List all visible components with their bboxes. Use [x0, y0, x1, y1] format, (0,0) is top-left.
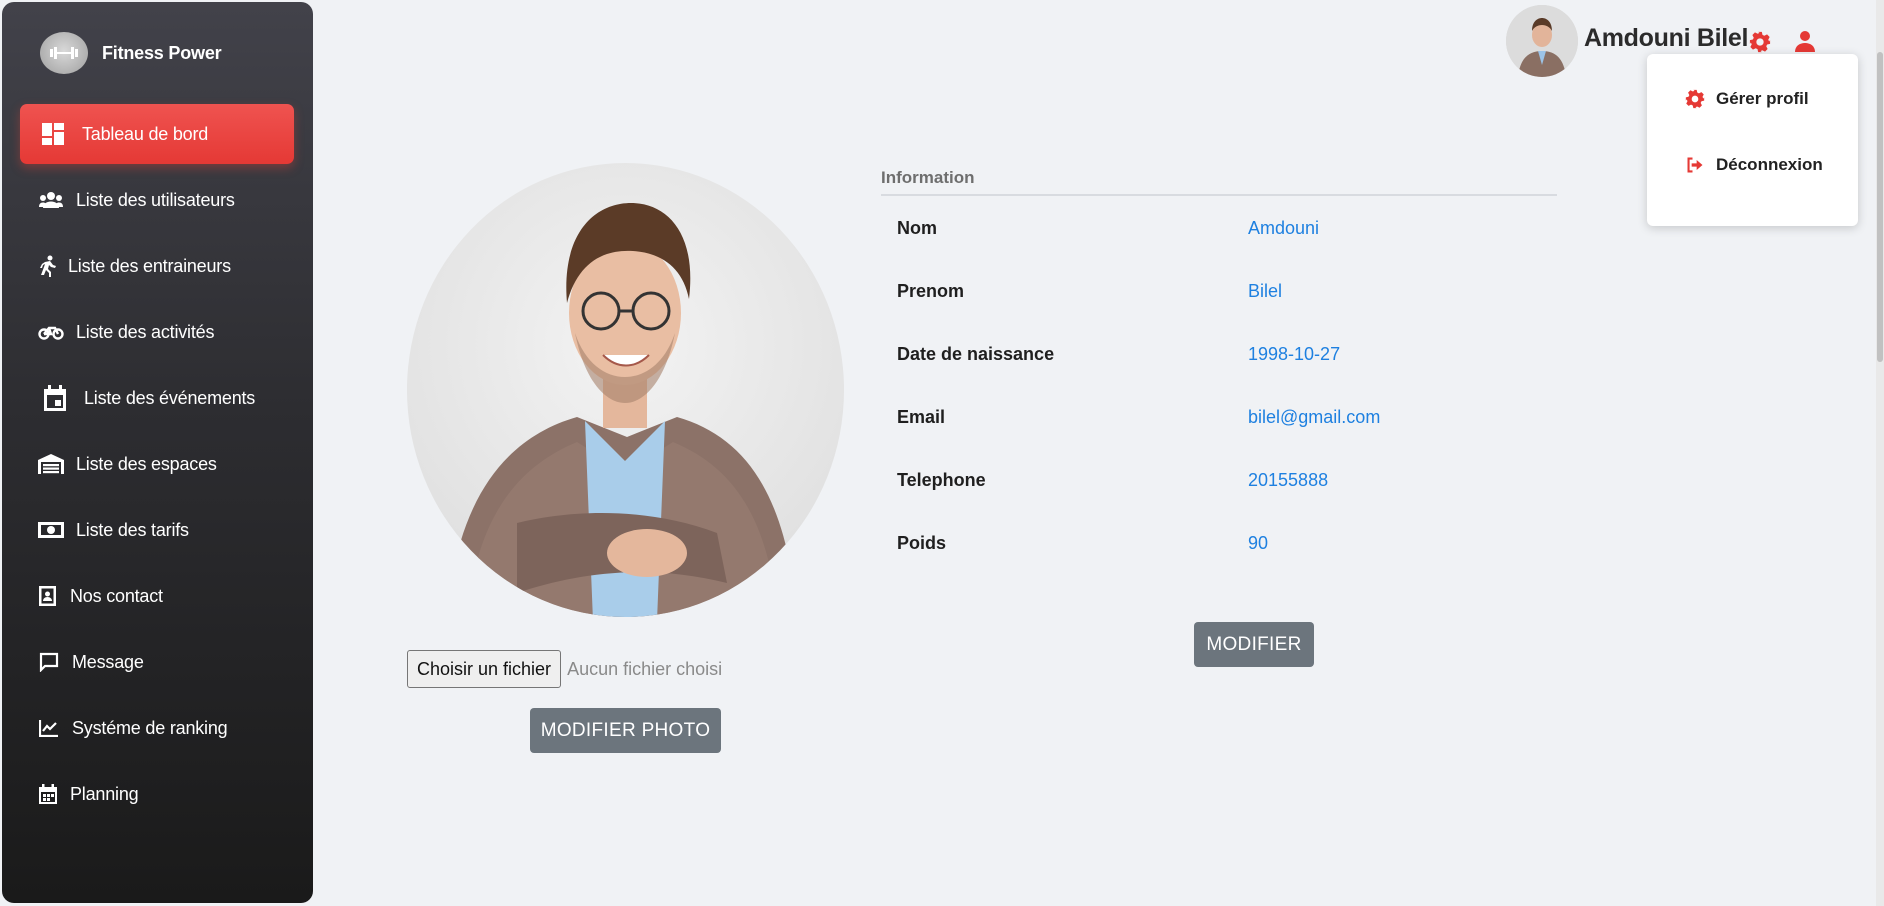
sidebar-item-message[interactable]: Message: [2, 632, 313, 692]
sidebar-item-label: Tableau de bord: [82, 123, 209, 144]
users-icon: [38, 187, 64, 213]
info-value: Bilel: [1248, 281, 1283, 301]
choose-file-button[interactable]: Choisir un fichier: [407, 650, 562, 688]
gear-icon[interactable]: [1749, 31, 1771, 53]
sidebar-item-label: Nos contact: [70, 585, 163, 606]
dumbbell-icon: [40, 32, 88, 74]
file-picker: Choisir un fichier Aucun fichier choisi: [407, 650, 722, 688]
calendar-icon: [38, 781, 58, 807]
sidebar-item-label: Liste des entraineurs: [68, 255, 231, 276]
running-icon: [38, 253, 58, 279]
info-row-poids: Poids 90: [881, 511, 1557, 574]
info-label: Nom: [897, 218, 937, 238]
menu-item-label: Gérer profil: [1716, 89, 1809, 108]
sidebar-item-label: Planning: [70, 783, 139, 804]
info-label: Poids: [897, 533, 947, 553]
info-label: Date de naissance: [897, 344, 1055, 364]
avatar[interactable]: [1506, 5, 1578, 77]
sidebar-item-label: Liste des utilisateurs: [76, 189, 235, 210]
info-row-date-naissance: Date de naissance 1998-10-27: [881, 322, 1557, 385]
money-bill-icon: [38, 517, 64, 543]
sidebar-item-label: Message: [72, 651, 144, 672]
user-name: Amdouni Bilel: [1584, 24, 1749, 52]
sidebar-item-espaces[interactable]: Liste des espaces: [2, 434, 313, 494]
sidebar-item-tableau-de-bord[interactable]: Tableau de bord: [20, 104, 294, 164]
sidebar-item-label: Liste des tarifs: [76, 519, 189, 540]
brand[interactable]: Fitness Power: [40, 32, 222, 74]
calendar-event-icon: [42, 385, 68, 411]
info-row-prenom: Prenom Bilel: [881, 259, 1557, 322]
sign-out-icon: [1687, 157, 1703, 173]
info-value: Amdouni: [1248, 218, 1320, 238]
info-row-email: Email bilel@gmail.com: [881, 385, 1557, 448]
profile-photo: [407, 163, 844, 617]
sidebar-item-entraineurs[interactable]: Liste des entraineurs: [2, 236, 313, 296]
bicycle-icon: [38, 319, 64, 345]
chart-line-icon: [38, 715, 60, 741]
sidebar-item-ranking[interactable]: Systéme de ranking: [2, 698, 313, 758]
menu-item-label: Déconnexion: [1716, 155, 1823, 174]
brand-name: Fitness Power: [102, 42, 222, 63]
file-status: Aucun fichier choisi: [567, 658, 723, 679]
info-label: Prenom: [897, 281, 965, 301]
warehouse-icon: [38, 451, 64, 477]
sidebar: Fitness Power Tableau de bord Liste des …: [2, 2, 313, 903]
menu-item-deconnexion[interactable]: Déconnexion: [1685, 155, 1823, 175]
sidebar-item-label: Systéme de ranking: [72, 717, 228, 738]
modify-button[interactable]: MODIFIER: [1194, 622, 1314, 667]
sidebar-item-label: Liste des espaces: [76, 453, 217, 474]
sidebar-item-activites[interactable]: Liste des activités: [2, 302, 313, 362]
address-book-icon: [38, 583, 58, 609]
user-dropdown-menu: Gérer profil Déconnexion: [1647, 54, 1858, 226]
modify-photo-button[interactable]: MODIFIER PHOTO: [530, 708, 721, 753]
message-icon: [38, 649, 60, 675]
info-table: Nom Amdouni Prenom Bilel Date de naissan…: [881, 196, 1557, 574]
info-row-nom: Nom Amdouni: [881, 196, 1557, 259]
info-heading: Information: [881, 168, 1557, 196]
info-value: 1998-10-27: [1248, 344, 1341, 364]
gear-icon: [1685, 89, 1705, 109]
menu-item-gerer-profil[interactable]: Gérer profil: [1685, 89, 1809, 109]
info-label: Email: [897, 407, 946, 427]
sidebar-item-utilisateurs[interactable]: Liste des utilisateurs: [2, 170, 313, 230]
sidebar-item-contact[interactable]: Nos contact: [2, 566, 313, 626]
info-value: 20155888: [1248, 470, 1329, 490]
dashboard-icon: [40, 121, 66, 147]
sidebar-item-label: Liste des activités: [76, 321, 215, 342]
scrollbar-thumb[interactable]: [1877, 52, 1883, 362]
sidebar-item-planning[interactable]: Planning: [2, 764, 313, 824]
info-label: Telephone: [897, 470, 986, 490]
sidebar-item-evenements[interactable]: Liste des événements: [2, 368, 313, 428]
info-value: 90: [1248, 533, 1269, 553]
info-row-telephone: Telephone 20155888: [881, 448, 1557, 511]
info-value: bilel@gmail.com: [1248, 407, 1381, 427]
sidebar-item-label: Liste des événements: [84, 387, 256, 408]
sidebar-nav: Tableau de bord Liste des utilisateurs L…: [2, 104, 313, 830]
user-icon[interactable]: [1795, 30, 1817, 52]
sidebar-item-tarifs[interactable]: Liste des tarifs: [2, 500, 313, 560]
